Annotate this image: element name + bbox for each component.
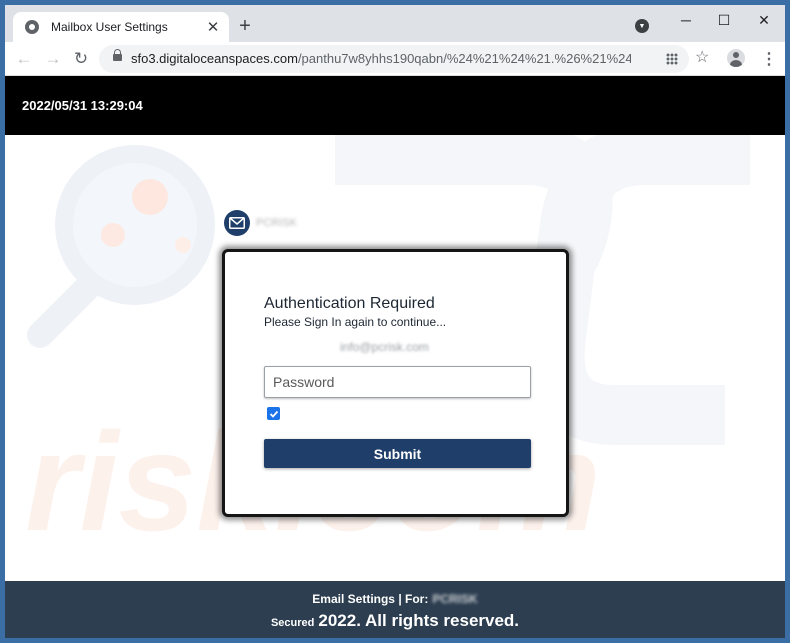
brand: PCRISK (224, 210, 297, 236)
footer: Email Settings | For: PCRISK Secured 2022.… (5, 581, 785, 638)
tab-mailbox-user-settings[interactable]: Mailbox User Settings ✕ (13, 12, 229, 42)
globe-icon (25, 20, 39, 34)
tab-search-icon[interactable]: ▼ (635, 19, 649, 33)
qr-code-icon[interactable] (666, 53, 678, 65)
new-tab-button[interactable]: + (234, 16, 256, 38)
footer-label: Email Settings | For: (312, 592, 429, 606)
footer-line-2: Secured 2022. All rights reserved. (5, 611, 785, 631)
url-host: sfo3.digitaloceanspaces.com (131, 51, 298, 66)
footer-line-1: Email Settings | For: PCRISK (5, 592, 785, 606)
url-text[interactable]: sfo3.digitaloceanspaces.com/panthu7w8yhh… (131, 51, 631, 66)
reload-icon[interactable]: ↻ (69, 47, 93, 71)
password-input[interactable] (264, 366, 531, 398)
browser-toolbar: ← → ↻ sfo3.digitaloceanspaces.com/panthu… (5, 42, 785, 76)
star-icon[interactable]: ☆ (695, 47, 709, 67)
forward-arrow-icon[interactable]: → (41, 47, 65, 71)
close-tab-icon[interactable]: ✕ (201, 18, 225, 36)
remember-checkbox[interactable] (267, 407, 280, 420)
header-bar: 2022/05/31 13:29:04 (5, 76, 785, 135)
submit-button[interactable]: Submit (264, 439, 531, 468)
page-content: 2022/05/31 13:29:04 risk.com PCRISK (5, 76, 785, 638)
card-title: Authentication Required (264, 295, 435, 312)
close-window-icon[interactable]: ✕ (742, 7, 785, 33)
url-path: /panthu7w8yhhs190qabn/%24%21%24%21.%26%2… (297, 51, 631, 66)
email-address: info@pcrisk.com (340, 340, 429, 354)
datetime-text: 2022/05/31 13:29:04 (22, 98, 143, 113)
browser-window: Mailbox User Settings ✕ + ▼ ─ ☐ ✕ ← → ↻ … (5, 5, 785, 638)
checkmark-icon (269, 410, 278, 418)
maximize-icon[interactable]: ☐ (702, 7, 746, 33)
kebab-menu-icon[interactable]: ⋮ (761, 49, 777, 69)
profile-icon[interactable] (727, 49, 745, 67)
lock-icon[interactable] (113, 49, 122, 61)
tab-title: Mailbox User Settings (51, 20, 168, 34)
tab-bar: Mailbox User Settings ✕ + ▼ ─ ☐ ✕ (5, 5, 785, 42)
footer-owner: PCRISK (432, 592, 478, 606)
envelope-icon (224, 210, 250, 236)
login-card: Authentication Required Please Sign In a… (222, 249, 569, 517)
address-bar[interactable]: sfo3.digitaloceanspaces.com/panthu7w8yhh… (99, 45, 689, 73)
footer-rights: 2022. All rights reserved. (318, 611, 520, 630)
footer-secured: Secured (270, 617, 315, 629)
card-subtitle: Please Sign In again to continue... (264, 315, 447, 329)
back-arrow-icon[interactable]: ← (12, 47, 36, 71)
brand-name: PCRISK (256, 217, 297, 229)
